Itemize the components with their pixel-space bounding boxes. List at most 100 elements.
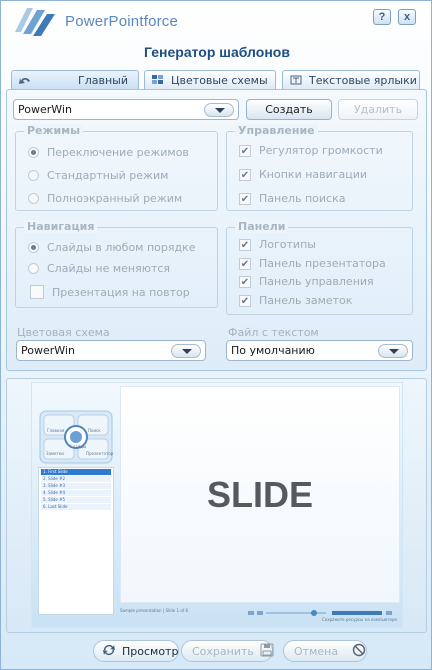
controls-group-title: Управление <box>235 124 318 137</box>
preview-slide-item: 6. Last Slide <box>41 504 111 510</box>
preview-footer-left: Sample presentation | Slide 1 of 6 <box>120 608 188 613</box>
mode-option-switch[interactable]: Переключение режимов <box>28 146 189 159</box>
control-option-nav-buttons-label: Кнопки навигации <box>259 168 368 181</box>
checkmark-icon[interactable]: ✔ <box>239 144 251 157</box>
preview-slide-item: 2. Slide #2 <box>41 476 111 482</box>
panel-option-notes[interactable]: ✔ Панель заметок <box>239 294 352 307</box>
radio-selected-icon[interactable] <box>28 147 39 158</box>
checkmark-icon[interactable]: ✔ <box>239 294 251 307</box>
chevron-down-icon[interactable] <box>171 343 201 358</box>
template-preview-area: Главная Поиск Слайды Заметки Презентатор… <box>6 378 427 633</box>
radio-icon[interactable] <box>28 193 39 204</box>
nav-option-loop-label: Презентация на повтор <box>52 285 190 299</box>
text-file-label: Файл с текстом <box>228 326 319 339</box>
color-grid-icon <box>151 74 165 86</box>
tab-main-label: Главный <box>78 74 128 87</box>
preview-slide-item: 5. Slide #5 <box>41 497 111 503</box>
navigation-group: Навигация Слайды в любом порядке Слайды … <box>15 220 218 308</box>
tab-text-labels[interactable]: Текстовые ярлыки <box>282 70 420 89</box>
nav-option-fixed-label: Слайды не меняются <box>47 262 171 275</box>
checkmark-icon[interactable]: ✔ <box>239 192 251 205</box>
cancel-button-label: Отмена <box>294 644 339 658</box>
nav-option-any-order-label: Слайды в любом порядке <box>47 241 196 254</box>
save-button-label: Сохранить <box>192 644 254 658</box>
brand-name: PowerPointforce <box>65 12 179 30</box>
color-scheme-label: Цветовая схема <box>17 326 110 339</box>
chevron-down-icon[interactable] <box>378 343 408 358</box>
powerpointforce-logo-icon <box>11 4 59 38</box>
generator-window: PowerPointforce ? x Генератор шаблонов Г… <box>0 0 432 670</box>
navigation-wheel-icon: Главная Поиск Слайды Заметки Презентатор <box>38 409 114 465</box>
main-tab-panel: PowerWin Создать Удалить Режимы Переключ… <box>6 89 427 371</box>
preview-slide-item: 3. Slide #3 <box>41 483 111 489</box>
checkmark-icon[interactable]: ✔ <box>239 275 251 288</box>
refresh-icon <box>102 643 116 660</box>
checkmark-icon[interactable]: ✔ <box>239 168 251 181</box>
color-scheme-select-value: PowerWin <box>21 344 75 357</box>
tab-bar: Главный Цветовые схемы Текстовые ярлыки <box>11 70 423 90</box>
controls-group: Управление ✔ Регулятор громкости ✔ Кнопк… <box>226 124 413 211</box>
cancel-button[interactable]: Отмена <box>283 640 367 662</box>
nav-option-loop[interactable]: Презентация на повтор <box>30 285 190 299</box>
delete-button[interactable]: Удалить <box>338 99 418 120</box>
nav-option-any-order[interactable]: Слайды в любом порядке <box>28 241 196 254</box>
radio-selected-icon[interactable] <box>28 242 39 253</box>
mode-option-standard-label: Стандартный режим <box>47 169 169 182</box>
radio-icon[interactable] <box>28 170 39 181</box>
panel-option-presenter[interactable]: ✔ Панель презентатора <box>239 257 386 270</box>
text-file-select[interactable]: По умолчанию <box>226 340 413 361</box>
template-select-value: PowerWin <box>18 103 72 116</box>
mode-option-standard[interactable]: Стандартный режим <box>28 169 168 182</box>
checkmark-icon[interactable]: ✔ <box>239 238 251 251</box>
color-scheme-select[interactable]: PowerWin <box>16 340 206 361</box>
preview-control-bar-icon <box>248 607 398 616</box>
help-button[interactable]: ? <box>373 9 391 25</box>
tab-color-schemes[interactable]: Цветовые схемы <box>144 70 276 89</box>
brand: PowerPointforce <box>11 4 179 38</box>
navigation-group-title: Навигация <box>24 220 98 233</box>
text-file-select-value: По умолчанию <box>231 344 315 357</box>
create-button[interactable]: Создать <box>246 99 332 120</box>
tab-main[interactable]: Главный <box>11 70 139 90</box>
preview-slide-list: 1. First Slide 2. Slide #2 3. Slide #3 4… <box>38 467 114 615</box>
mode-option-fullscreen-label: Полноэкранный режим <box>47 192 183 205</box>
radio-icon[interactable] <box>28 263 39 274</box>
nav-option-fixed[interactable]: Слайды не меняются <box>28 262 170 275</box>
template-select[interactable]: PowerWin <box>13 99 239 120</box>
control-option-nav-buttons[interactable]: ✔ Кнопки навигации <box>239 168 367 181</box>
panel-option-notes-label: Панель заметок <box>259 294 353 307</box>
control-option-volume-label: Регулятор громкости <box>259 144 383 157</box>
template-preview: Главная Поиск Слайды Заметки Презентатор… <box>31 382 403 628</box>
panel-option-logos-label: Логотипы <box>259 238 316 251</box>
preview-circle-label: Заметки <box>46 451 64 456</box>
panels-group: Панели ✔ Логотипы ✔ Панель презентатора … <box>226 220 413 315</box>
preview-slide-item: 1. First Slide <box>41 469 111 475</box>
panel-option-control[interactable]: ✔ Панель управления <box>239 275 374 288</box>
chevron-down-icon[interactable] <box>204 102 234 117</box>
panel-option-presenter-label: Панель презентатора <box>259 257 386 270</box>
panel-option-control-label: Панель управления <box>259 275 374 288</box>
close-button[interactable]: x <box>398 9 416 25</box>
modes-group: Режимы Переключение режимов Стандартный … <box>15 124 218 211</box>
preview-footer-right: Сохраните ресурсы на компьютере <box>322 617 397 622</box>
save-button[interactable]: Сохранить <box>181 640 274 662</box>
modes-group-title: Режимы <box>24 124 84 137</box>
floppy-disk-icon <box>260 643 274 660</box>
control-option-search[interactable]: ✔ Панель поиска <box>239 192 346 205</box>
text-label-icon <box>289 74 303 86</box>
preview-circle-label: Главная <box>47 428 65 433</box>
cancel-circle-icon <box>352 643 366 660</box>
checkmark-icon[interactable]: ✔ <box>239 257 251 270</box>
preview-circle-label: Презентатор <box>86 451 114 456</box>
preview-slide: SLIDE <box>120 386 400 603</box>
mode-option-fullscreen[interactable]: Полноэкранный режим <box>28 192 182 205</box>
control-option-search-label: Панель поиска <box>259 192 346 205</box>
preview-circle-label: Слайды <box>70 444 87 449</box>
undo-arrow-icon <box>18 75 32 87</box>
preview-circle-label: Поиск <box>88 428 101 433</box>
control-option-volume[interactable]: ✔ Регулятор громкости <box>239 144 383 157</box>
preview-button[interactable]: Просмотр <box>93 640 179 662</box>
tab-text-labels-label: Текстовые ярлыки <box>309 73 417 87</box>
panel-option-logos[interactable]: ✔ Логотипы <box>239 238 316 251</box>
checkbox-icon[interactable] <box>30 285 44 299</box>
